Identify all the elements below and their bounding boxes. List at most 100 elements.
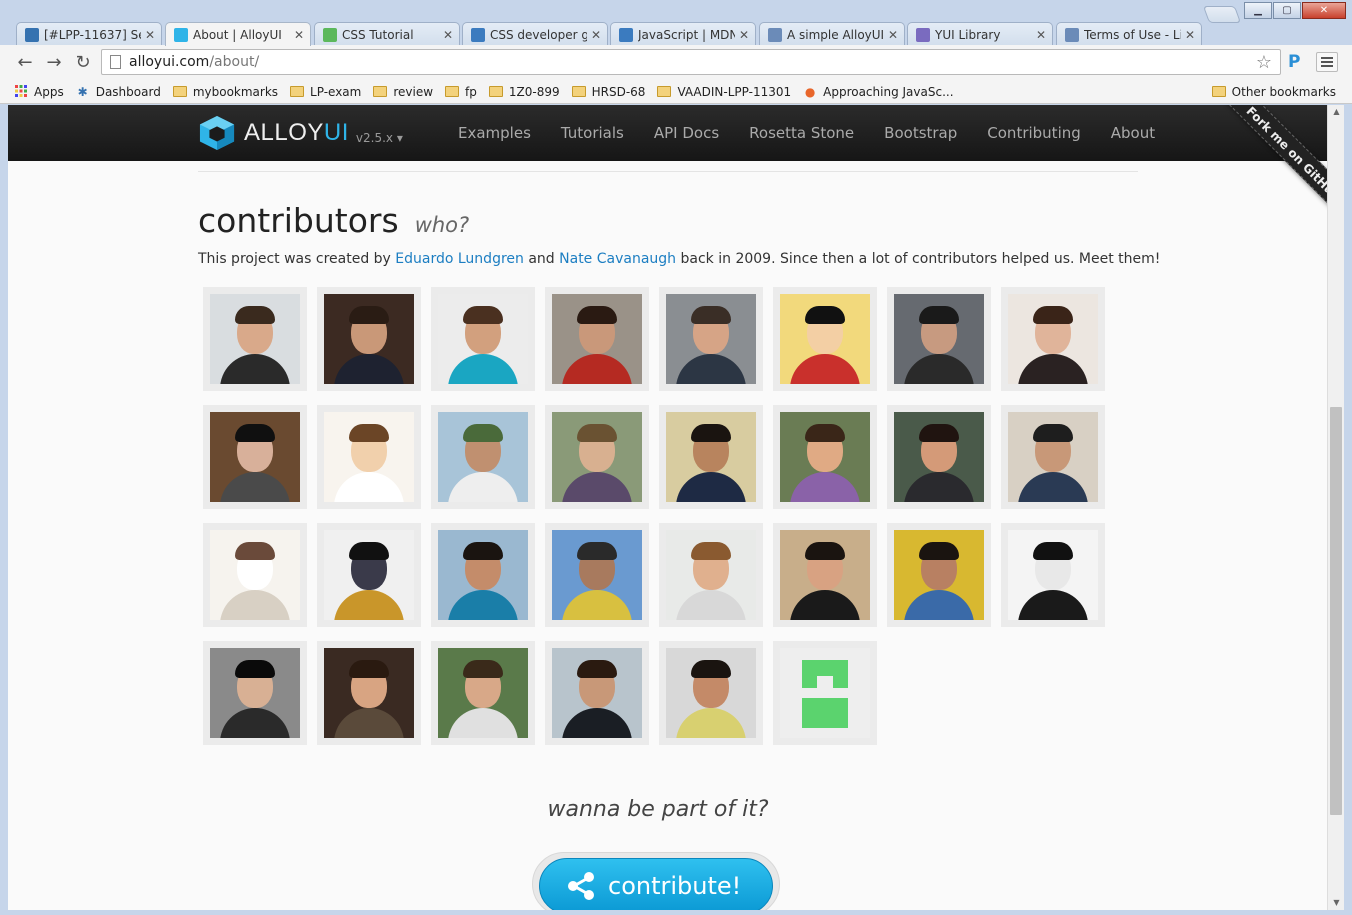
avatar-shirt — [790, 472, 860, 502]
bookmark-star-icon[interactable]: ☆ — [1256, 52, 1272, 73]
contributor-avatar[interactable] — [203, 523, 307, 627]
nav-rosetta-stone[interactable]: Rosetta Stone — [749, 124, 854, 142]
close-tab-icon[interactable]: ✕ — [443, 28, 453, 42]
avatar-image — [666, 412, 756, 502]
contributor-avatar[interactable] — [1001, 523, 1105, 627]
bookmark-8[interactable]: HRSD-68 — [571, 85, 645, 99]
nav-api-docs[interactable]: API Docs — [654, 124, 719, 142]
contributor-avatar[interactable] — [317, 287, 421, 391]
reload-button[interactable]: ↻ — [72, 52, 94, 73]
close-tab-icon[interactable]: ✕ — [888, 28, 898, 42]
bookmark-10[interactable]: ● Approaching JavaSc... — [803, 85, 954, 99]
bookmarks-bar: Apps ✱ Dashboard mybookmarks LP-exam review fp… — [0, 80, 1352, 104]
other-bookmarks[interactable]: Other bookmarks — [1211, 85, 1336, 99]
address-bar[interactable]: alloyui.com/about/ ☆ — [101, 49, 1281, 75]
tab-4[interactable]: CSS developer gu ✕ — [462, 22, 608, 46]
contributor-avatar[interactable] — [887, 287, 991, 391]
extension-p-icon[interactable]: P — [1288, 52, 1300, 72]
contributor-avatar[interactable] — [545, 641, 649, 745]
close-tab-icon[interactable]: ✕ — [294, 28, 304, 42]
bookmark-5[interactable]: review — [373, 85, 433, 99]
avatar-image — [210, 648, 300, 738]
back-button[interactable]: ← — [14, 52, 36, 73]
site-navbar: ALLOYUI v2.5.x ▾ Examples Tutorials API Do… — [8, 105, 1327, 161]
avatar-image — [438, 294, 528, 384]
contributor-avatar[interactable] — [431, 405, 535, 509]
bookmark-3[interactable]: mybookmarks — [172, 85, 278, 99]
contributor-avatar[interactable] — [1001, 287, 1105, 391]
maximize-button[interactable]: ▢ — [1273, 2, 1301, 19]
close-tab-icon[interactable]: ✕ — [1036, 28, 1046, 42]
minimize-button[interactable]: ▁ — [1244, 2, 1272, 19]
avatar-hair — [463, 660, 503, 678]
tab-8[interactable]: Terms of Use - Lif ✕ — [1056, 22, 1202, 46]
close-tab-icon[interactable]: ✕ — [739, 28, 749, 42]
bookmark-4[interactable]: LP-exam — [290, 85, 361, 99]
contributor-avatar[interactable] — [773, 523, 877, 627]
contributor-avatar[interactable] — [773, 287, 877, 391]
new-tab-button[interactable] — [1202, 6, 1242, 23]
contributor-avatar[interactable] — [317, 405, 421, 509]
nav-tutorials[interactable]: Tutorials — [561, 124, 624, 142]
contributor-avatar[interactable] — [203, 641, 307, 745]
contributor-avatar[interactable] — [887, 405, 991, 509]
bookmark-7[interactable]: 1Z0-899 — [488, 84, 560, 99]
scroll-thumb[interactable] — [1330, 407, 1342, 815]
tab-1[interactable]: [#LPP-11637] Sea ✕ — [16, 22, 162, 46]
contributor-avatar[interactable] — [317, 641, 421, 745]
tab-5[interactable]: JavaScript | MDN ✕ — [610, 22, 756, 46]
close-window-button[interactable]: ✕ — [1302, 2, 1346, 19]
nav-about[interactable]: About — [1111, 124, 1155, 142]
contributor-avatar[interactable] — [317, 523, 421, 627]
nav-bootstrap[interactable]: Bootstrap — [884, 124, 957, 142]
bookmark-label: Dashboard — [95, 84, 161, 99]
address-host: alloyui.com — [129, 54, 210, 70]
avatar-shirt — [904, 472, 974, 502]
contributor-avatar[interactable] — [545, 405, 649, 509]
tab-title: YUI Library — [935, 27, 1001, 42]
contributor-avatar[interactable] — [659, 641, 763, 745]
close-tab-icon[interactable]: ✕ — [145, 28, 155, 42]
mdn-icon — [471, 27, 485, 42]
vertical-scrollbar[interactable]: ▲ ▼ — [1327, 105, 1344, 910]
chrome-menu-button[interactable] — [1316, 52, 1338, 72]
bookmark-label: 1Z0-899 — [508, 84, 560, 99]
contributor-avatar[interactable] — [203, 405, 307, 509]
forward-button[interactable]: → — [43, 52, 65, 73]
tab-2[interactable]: About | AlloyUI ✕ — [165, 22, 311, 46]
contributor-avatar[interactable] — [773, 641, 877, 745]
avatar-hair — [577, 424, 617, 442]
contributor-avatar[interactable] — [887, 523, 991, 627]
contributor-avatar[interactable] — [203, 287, 307, 391]
tab-6[interactable]: A simple AlloyUI d ✕ — [759, 22, 905, 46]
avatar-hair — [577, 306, 617, 324]
bookmark-9[interactable]: VAADIN-LPP-11301 — [657, 85, 791, 99]
author-link-eduardo[interactable]: Eduardo Lundgren — [395, 251, 524, 267]
bookmark-1[interactable]: Apps — [14, 84, 64, 99]
contributor-avatar[interactable] — [545, 523, 649, 627]
author-link-nate[interactable]: Nate Cavanaugh — [559, 251, 676, 267]
contributor-avatar[interactable] — [545, 287, 649, 391]
nav-contributing[interactable]: Contributing — [987, 124, 1080, 142]
contributor-avatar[interactable] — [431, 641, 535, 745]
contributor-avatar[interactable] — [431, 523, 535, 627]
tab-3[interactable]: CSS Tutorial ✕ — [314, 22, 460, 46]
close-tab-icon[interactable]: ✕ — [1185, 28, 1195, 42]
close-tab-icon[interactable]: ✕ — [591, 28, 601, 42]
bookmark-6[interactable]: fp — [445, 85, 477, 99]
contributor-avatar[interactable] — [659, 287, 763, 391]
tab-7[interactable]: YUI Library ✕ — [907, 22, 1053, 46]
contributor-avatar[interactable] — [773, 405, 877, 509]
contribute-button[interactable]: contribute! — [539, 858, 773, 910]
bookmark-2[interactable]: ✱ Dashboard — [76, 85, 161, 99]
site-logo[interactable]: ALLOYUI v2.5.x ▾ — [198, 115, 403, 151]
avatar-hair — [235, 660, 275, 678]
nav-examples[interactable]: Examples — [458, 124, 531, 142]
contributor-avatar[interactable] — [659, 523, 763, 627]
scroll-down-icon[interactable]: ▼ — [1328, 896, 1345, 910]
scroll-up-icon[interactable]: ▲ — [1328, 105, 1345, 119]
version-dropdown[interactable]: v2.5.x ▾ — [356, 131, 403, 145]
contributor-avatar[interactable] — [1001, 405, 1105, 509]
contributor-avatar[interactable] — [431, 287, 535, 391]
contributor-avatar[interactable] — [659, 405, 763, 509]
